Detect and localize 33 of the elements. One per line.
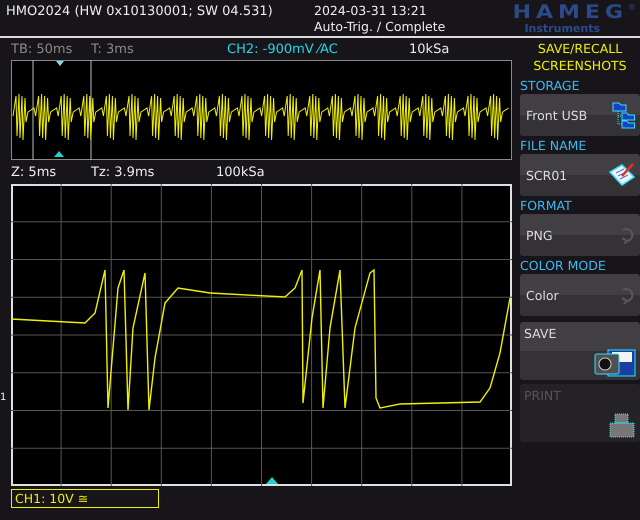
setting-label: COLOR MODE [520,258,607,274]
channel-scale-label[interactable]: CH1: 10V ≅ [11,489,159,508]
setting-button[interactable]: SCR01 [520,154,640,196]
zoom-sample-rate-readout: 100kSa [216,164,265,180]
trigger-position-icon [54,151,64,157]
menu-title: SAVE/RECALL [538,40,622,57]
trigger-marker-icon [56,61,64,66]
registered-mark: ® [628,3,636,12]
trigger-time-readout: T: 3ms [91,42,135,56]
zoom-timebase-readout: Z: 5ms [11,164,58,180]
folder-tree-icon [612,101,636,129]
camera-floppy-icon [594,349,636,377]
trigger-position-icon [266,477,278,484]
brand-logo: HAMEG [512,4,628,22]
setting-button[interactable]: Front USB [520,94,640,136]
setting-button[interactable]: PNG [520,214,640,256]
setting-button[interactable]: Color [520,274,640,316]
channel-readout: CH2: -900mV ⁄AC [227,42,339,56]
notepad-icon [608,162,636,188]
menu-subtitle: SCREENSHOTS [533,57,627,74]
setting-label: STORAGE [520,78,581,94]
timebase-readout: TB: 50ms [11,42,74,56]
instrument-title: HMO2024 (HW 0x10130001; SW 04.531) [6,3,274,21]
brand-subtitle: Instruments [524,23,601,35]
printer-icon [608,413,636,439]
sample-rate-readout: 10kSa [409,42,450,56]
zoom-trigger-time-readout: Tz: 3.9ms [91,164,156,180]
date-time: 2024-03-31 13:21 [314,3,428,19]
action-button[interactable]: SAVE [520,322,640,380]
trigger-status: Auto-Trig. / Complete [314,19,446,35]
setting-label: FILE NAME [520,138,588,154]
setting-label: FORMAT [520,198,573,214]
channel-marker[interactable]: 1 [0,392,6,403]
